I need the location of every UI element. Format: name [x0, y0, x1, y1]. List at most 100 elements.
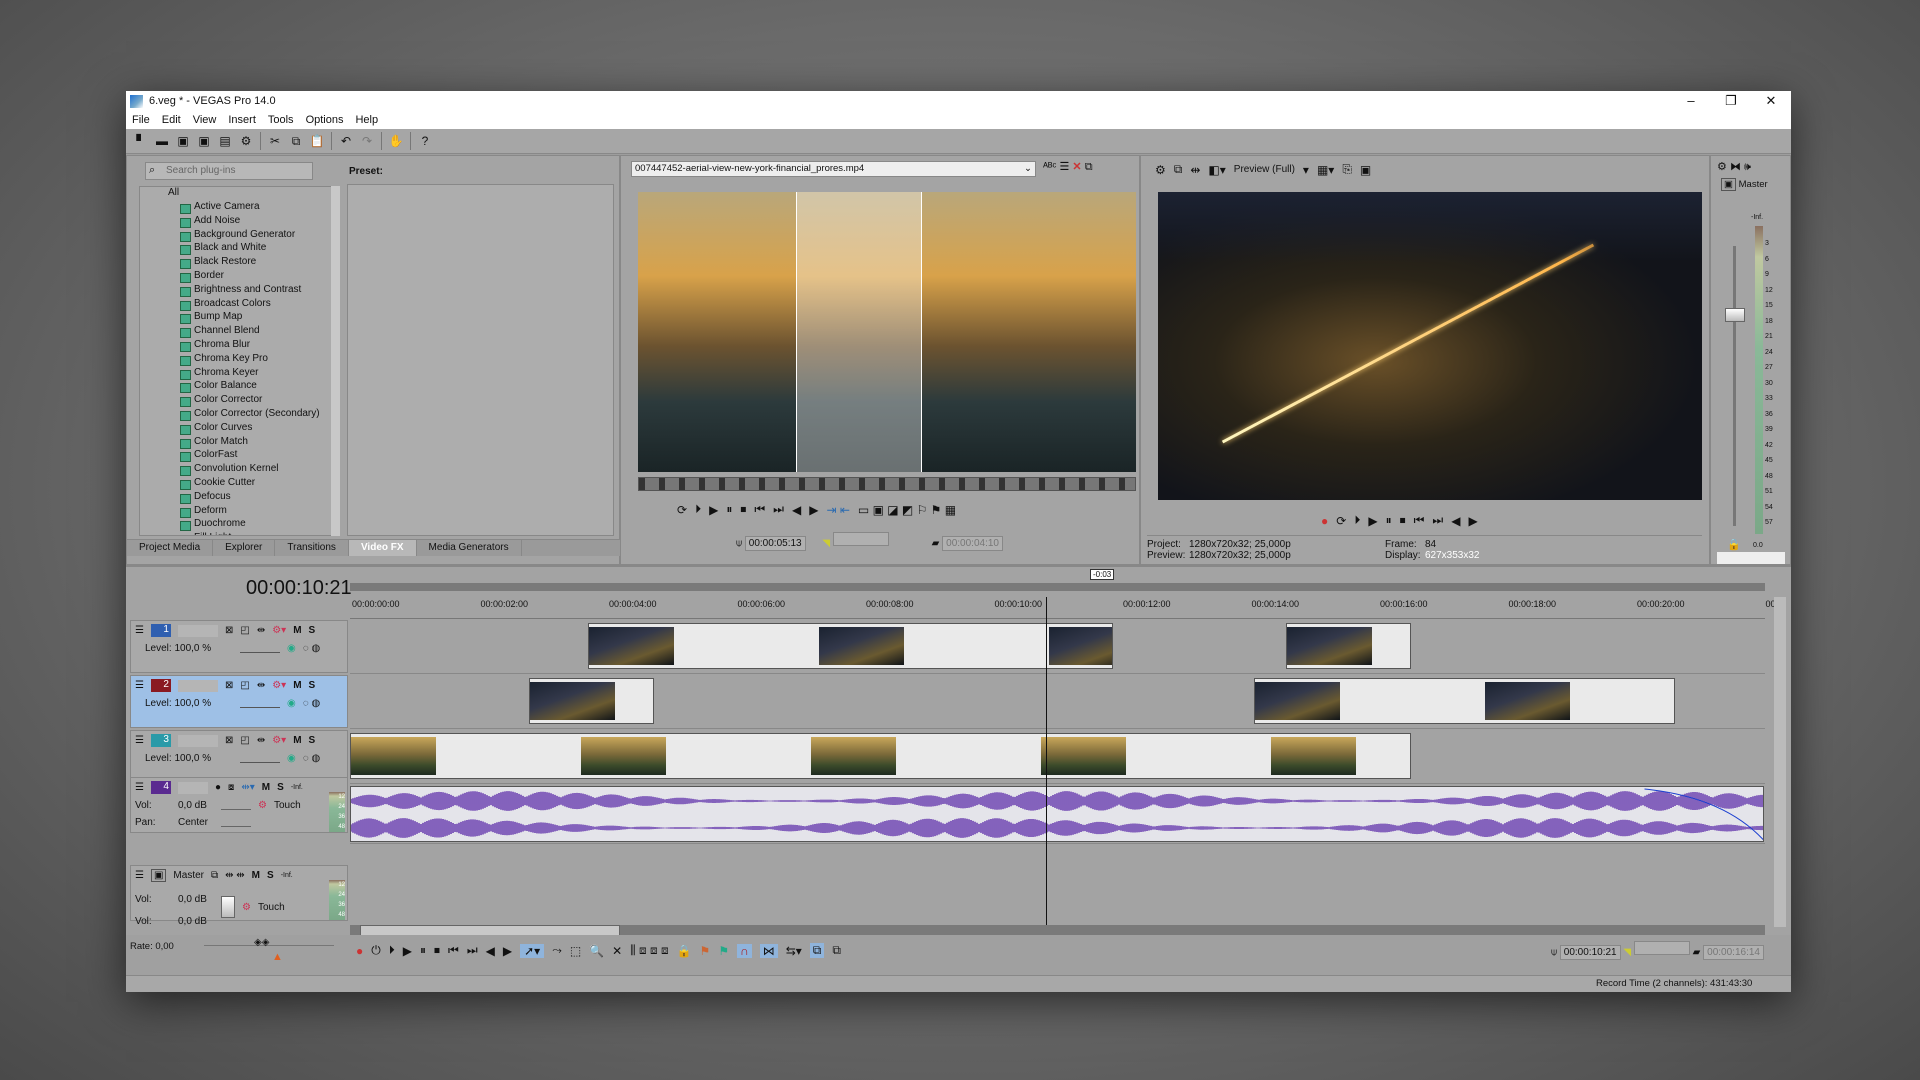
- marker-icon[interactable]: ⚑: [700, 944, 711, 958]
- prev-icon[interactable]: ⏮: [1414, 513, 1425, 528]
- menu-edit[interactable]: Edit: [162, 114, 181, 126]
- selection-time[interactable]: [1633, 941, 1690, 955]
- track-collapse-icon[interactable]: ☰: [135, 870, 144, 881]
- go-to-start-icon[interactable]: ⏮: [448, 943, 459, 958]
- open-icon[interactable]: ▬: [155, 134, 169, 148]
- loop-icon[interactable]: ⟳: [677, 503, 687, 517]
- overlays-icon[interactable]: ◧▾: [1208, 163, 1225, 177]
- fx-icon[interactable]: ⇹ ⇹: [225, 870, 245, 881]
- bypass-motion-blur-icon[interactable]: ⊠: [225, 735, 233, 746]
- track-fx-icon[interactable]: ⚙▾: [272, 735, 286, 746]
- plugin-item[interactable]: Background Generator: [140, 229, 338, 243]
- trim-icon[interactable]: ⫼ ⧈ ⧈ ⧈: [630, 943, 668, 958]
- redo-icon[interactable]: ↷: [360, 134, 374, 148]
- track-header-4[interactable]: ☰ 4 ● ⧇ ⇹▾ M S -Inf. Vol: 0,0 dB ⚙ Touch Pan: Cente…: [130, 777, 348, 833]
- master-scrollbar[interactable]: [1717, 552, 1785, 564]
- selection-tool-icon[interactable]: ⬚: [570, 944, 581, 958]
- level-slider[interactable]: [240, 700, 280, 708]
- new-icon[interactable]: ▘: [134, 134, 148, 148]
- track-name-field[interactable]: [177, 624, 218, 637]
- plugin-item[interactable]: Cookie Cutter: [140, 477, 338, 491]
- mute-button[interactable]: M: [262, 782, 270, 793]
- master-volume-fader[interactable]: [221, 896, 235, 918]
- help-icon[interactable]: ?: [418, 134, 432, 148]
- settings-icon[interactable]: ⚙: [1717, 161, 1727, 173]
- video-clip[interactable]: [528, 678, 654, 724]
- snapping-icon[interactable]: ∩: [737, 943, 752, 958]
- plugin-item[interactable]: Black and White: [140, 242, 338, 256]
- undo-icon[interactable]: ↶: [339, 134, 353, 148]
- region-icon[interactable]: ⚑: [718, 944, 729, 958]
- trim-tools-icon[interactable]: ▭ ▣ ◪ ◩ ⚐ ⚑ ▦: [858, 503, 956, 517]
- video-clip[interactable]: [1253, 678, 1676, 724]
- plugin-item[interactable]: Defocus: [140, 491, 338, 505]
- lock-icon[interactable]: 🔒: [677, 944, 692, 958]
- go-to-end-icon[interactable]: ⏭: [467, 943, 478, 958]
- video-clip[interactable]: [1286, 623, 1411, 669]
- playhead-cursor[interactable]: [1046, 597, 1048, 927]
- arm-record-icon[interactable]: ●: [215, 782, 221, 793]
- plugin-item[interactable]: Deform: [140, 505, 338, 519]
- plugin-item[interactable]: Channel Blend: [140, 325, 338, 339]
- menu-file[interactable]: File: [132, 114, 150, 126]
- plugin-item[interactable]: Color Balance: [140, 380, 338, 394]
- track-fx-icon[interactable]: ⚙▾: [272, 625, 286, 636]
- stop-icon[interactable]: ⏹: [1400, 513, 1406, 528]
- solo-button[interactable]: S: [309, 735, 316, 746]
- minimize-button[interactable]: –: [1671, 93, 1711, 109]
- length-time[interactable]: 00:00:16:14: [1703, 945, 1764, 960]
- preview-quality-dropdown[interactable]: Preview (Full): [1234, 164, 1295, 175]
- trimmer-video-frame[interactable]: [638, 192, 1136, 472]
- split-screen-icon[interactable]: ⇹: [1190, 163, 1200, 177]
- trimmer-in-time[interactable]: [832, 532, 889, 546]
- track-collapse-icon[interactable]: ☰: [135, 735, 144, 746]
- cut-icon[interactable]: ✂: [268, 134, 282, 148]
- parent-icon[interactable]: ◌ ◍: [303, 698, 320, 709]
- ripple-edit-icon[interactable]: ⇆▾: [786, 944, 802, 958]
- hand-icon[interactable]: ✋: [389, 134, 404, 148]
- delete-icon[interactable]: ✕: [612, 944, 622, 958]
- preview-settings-icon[interactable]: ⚙: [1155, 163, 1166, 177]
- bypass-motion-blur-icon[interactable]: ⊠: [225, 625, 233, 636]
- rate-slider-handle[interactable]: ◈◈: [254, 937, 269, 948]
- cursor-time[interactable]: 00:00:10:21: [1559, 945, 1621, 960]
- maximize-button[interactable]: ❐: [1711, 93, 1751, 109]
- track-motion-icon[interactable]: ◰: [240, 625, 249, 636]
- solo-button[interactable]: S: [267, 870, 274, 881]
- menu-insert[interactable]: Insert: [228, 114, 256, 126]
- track-name-field[interactable]: [177, 734, 218, 747]
- solo-button[interactable]: S: [309, 680, 316, 691]
- ignore-grouping-icon[interactable]: ⧉: [832, 943, 841, 958]
- mute-button[interactable]: M: [293, 625, 301, 636]
- zoom-tool-icon[interactable]: 🔍: [589, 944, 604, 958]
- track-collapse-icon[interactable]: ☰: [135, 680, 144, 691]
- audio-clip[interactable]: [350, 786, 1764, 842]
- track-collapse-icon[interactable]: ☰: [135, 625, 144, 636]
- menu-tools[interactable]: Tools: [268, 114, 294, 126]
- plugin-item[interactable]: Color Match: [140, 436, 338, 450]
- plugin-item[interactable]: Border: [140, 270, 338, 284]
- loop-region-bar[interactable]: [350, 583, 1765, 591]
- track-fx-icon[interactable]: ⚙▾: [272, 680, 286, 691]
- plugin-scrollbar[interactable]: [331, 186, 340, 536]
- video-clip[interactable]: [587, 623, 1114, 669]
- close-button[interactable]: ✕: [1751, 93, 1791, 109]
- play-from-start-icon[interactable]: ⏵: [1354, 513, 1360, 528]
- tab-transitions[interactable]: Transitions: [275, 540, 349, 556]
- tab-project-media[interactable]: Project Media: [127, 540, 214, 556]
- add-to-timeline-icon[interactable]: ⇥ ⇤: [826, 503, 849, 517]
- plugin-item[interactable]: ColorFast: [140, 449, 338, 463]
- video-track-lane-1[interactable]: [350, 619, 1765, 674]
- tab-media-generators[interactable]: Media Generators: [417, 540, 522, 556]
- master-fader-handle[interactable]: [1725, 308, 1745, 322]
- play-from-start-icon[interactable]: ⏵: [695, 502, 701, 517]
- mute-button[interactable]: M: [293, 680, 301, 691]
- composite-mode-icon[interactable]: ◉: [287, 698, 296, 709]
- plugin-item[interactable]: Brightness and Contrast: [140, 284, 338, 298]
- prev-frame-icon[interactable]: ◀: [1451, 514, 1460, 528]
- stop-icon[interactable]: ⏹: [740, 502, 746, 517]
- composite-mode-icon[interactable]: ◉: [287, 753, 296, 764]
- prev-frame-icon[interactable]: ◀: [486, 944, 495, 958]
- speaker-icon[interactable]: 🕪: [1744, 161, 1751, 173]
- plugin-item[interactable]: Black Restore: [140, 256, 338, 270]
